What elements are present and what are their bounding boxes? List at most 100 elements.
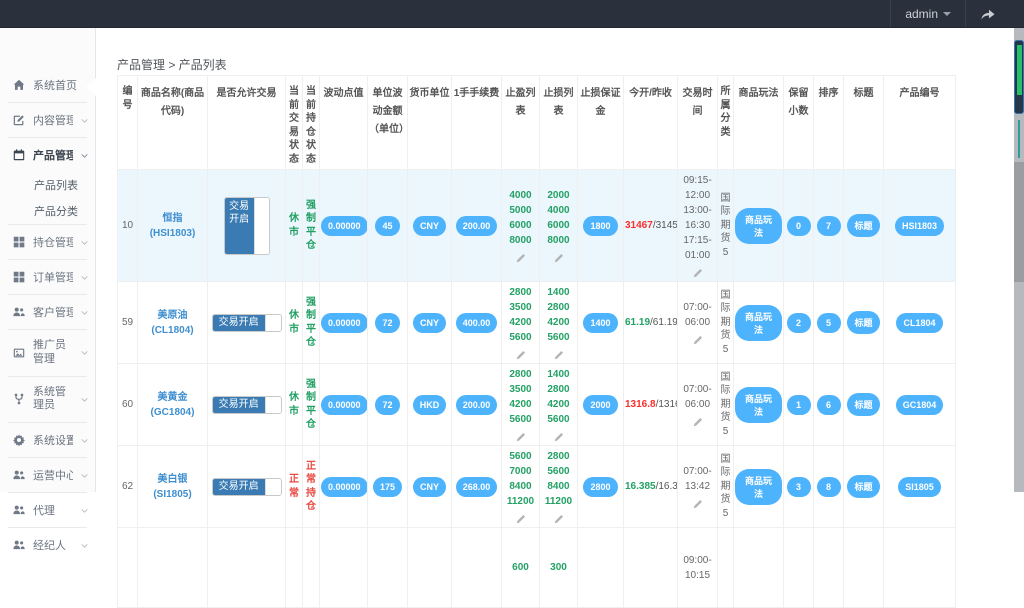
product-link[interactable]: 美原油 (CL1804) <box>139 308 206 338</box>
title-button[interactable]: 标题 <box>847 214 880 237</box>
edit-pencil-icon[interactable] <box>516 253 526 263</box>
toggle-label: 交易开启 <box>224 197 254 254</box>
edit-pencil-icon[interactable] <box>554 350 564 360</box>
margin-pill[interactable]: 1400 <box>583 312 618 333</box>
code-pill[interactable]: GC1804 <box>895 394 944 415</box>
edit-pencil-icon[interactable] <box>693 268 703 278</box>
sidebar-item-content[interactable]: 内容管理 <box>0 103 95 137</box>
sidebar-item-brokers[interactable]: 经纪人 <box>0 528 95 562</box>
edit-pencil-icon[interactable] <box>693 417 703 427</box>
play-button[interactable]: 商品玩法 <box>735 468 782 505</box>
sidebar-item-products[interactable]: 产品管理 <box>0 138 95 172</box>
title-button[interactable]: 标题 <box>847 311 880 334</box>
sidebar-item-positions[interactable]: 持仓管理 <box>0 225 95 259</box>
margin-pill[interactable]: 1800 <box>583 215 618 236</box>
edit-pencil-icon[interactable] <box>693 499 703 509</box>
sidebar-subitem-product-category[interactable]: 产品分类 <box>0 198 95 224</box>
decimals-pill[interactable]: 2 <box>786 312 811 333</box>
decimals-pill[interactable]: 1 <box>786 394 811 415</box>
col-position-status: 当前持仓状态 <box>302 75 320 170</box>
play-button[interactable]: 商品玩法 <box>735 386 782 423</box>
point-pill[interactable]: 0.00000 <box>321 476 367 497</box>
scrollbar-thumb[interactable] <box>1014 40 1024 114</box>
close-price: /16.395 <box>655 481 678 492</box>
sidebar-item-settings[interactable]: 系统设置 <box>0 423 95 457</box>
logout-button[interactable] <box>966 0 1010 27</box>
point-pill[interactable]: 0.00000 <box>321 394 367 415</box>
col-trade-time: 交易时间 <box>677 75 718 170</box>
decimals-pill[interactable]: 3 <box>786 476 811 497</box>
edit-pencil-icon[interactable] <box>516 432 526 442</box>
fee-pill[interactable]: 200.00 <box>455 394 498 415</box>
users-icon <box>12 305 26 319</box>
col-fee: 1手手续费 <box>451 75 502 170</box>
margin-pill[interactable]: 2800 <box>583 476 618 497</box>
cell-position-status: 强制平仓 <box>302 363 320 446</box>
user-menu[interactable]: admin <box>890 0 966 27</box>
sidebar-item-orders[interactable]: 订单管理 <box>0 260 95 294</box>
product-link[interactable]: 恒指 (HSI1803) <box>139 211 206 241</box>
cell-title: 标题 <box>843 363 884 446</box>
cell-stop-loss: 2800 5600 8400 11200 <box>539 445 578 528</box>
margin-pill[interactable]: 2000 <box>583 394 618 415</box>
sidebar-item-operations[interactable]: 运营中心 <box>0 458 95 492</box>
trade-toggle[interactable]: 交易开启 <box>211 313 282 332</box>
fee-pill[interactable]: 200.00 <box>455 215 498 236</box>
cell-take-profit: 4000 5000 6000 8000 <box>501 169 540 282</box>
cell-margin <box>577 527 624 608</box>
product-link[interactable]: 美白银 (SI1805) <box>139 472 206 502</box>
edit-pencil-icon[interactable] <box>693 335 703 345</box>
unit-pill[interactable]: 72 <box>375 394 400 415</box>
cell-margin: 2000 <box>577 363 624 446</box>
unit-pill[interactable]: 45 <box>375 215 400 236</box>
currency-pill[interactable]: CNY <box>412 476 446 497</box>
fee-pill[interactable]: 400.00 <box>455 312 498 333</box>
trade-toggle[interactable]: 交易开启 <box>211 395 282 414</box>
cell-sort: 7 <box>813 169 844 282</box>
sidebar-subitem-product-list[interactable]: 产品列表 <box>0 172 95 198</box>
col-point-value: 波动点值 <box>319 75 368 170</box>
fee-pill[interactable]: 268.00 <box>455 476 498 497</box>
open-price: 16.385 <box>625 481 656 492</box>
edit-pencil-icon[interactable] <box>554 432 564 442</box>
user-menu-label: admin <box>905 6 938 21</box>
open-price: 61.19 <box>625 317 651 328</box>
sidebar-item-promoters[interactable]: 推广员管理 <box>0 330 95 376</box>
trade-toggle[interactable]: 交易开启 <box>211 477 282 496</box>
edit-pencil-icon[interactable] <box>516 514 526 524</box>
sidebar-item-customers[interactable]: 客户管理 <box>0 295 95 329</box>
sidebar-item-agents[interactable]: 代理 <box>0 493 95 527</box>
top-bar: admin <box>0 0 1024 28</box>
code-pill[interactable]: SI1805 <box>898 476 941 497</box>
edit-pencil-icon[interactable] <box>516 350 526 360</box>
play-button[interactable]: 商品玩法 <box>735 207 782 244</box>
code-pill[interactable]: HSI1803 <box>894 215 945 236</box>
unit-pill[interactable]: 175 <box>372 476 403 497</box>
code-pill[interactable]: CL1804 <box>896 312 943 333</box>
product-link[interactable]: 美黄金 (GC1804) <box>139 390 206 420</box>
currency-pill[interactable]: HKD <box>412 394 447 415</box>
currency-pill[interactable]: CNY <box>412 215 446 236</box>
currency-pill[interactable]: CNY <box>412 312 446 333</box>
title-button[interactable]: 标题 <box>847 393 880 416</box>
sort-pill[interactable]: 6 <box>816 394 841 415</box>
decimals-pill[interactable]: 0 <box>786 215 811 236</box>
title-button[interactable]: 标题 <box>847 475 880 498</box>
cell-play <box>733 527 784 608</box>
sidebar-item-admins[interactable]: 系统管理员 <box>0 377 95 423</box>
cell-decimals: 3 <box>783 445 814 528</box>
sort-pill[interactable]: 8 <box>816 476 841 497</box>
edit-pencil-icon[interactable] <box>554 514 564 524</box>
play-button[interactable]: 商品玩法 <box>735 304 782 341</box>
cell-product-code <box>883 527 956 608</box>
sort-pill[interactable]: 5 <box>816 312 841 333</box>
scrollbar[interactable] <box>1014 28 1024 492</box>
edit-pencil-icon[interactable] <box>554 253 564 263</box>
sidebar-item-home[interactable]: 系统首页 <box>0 68 95 102</box>
point-pill[interactable]: 0.00000 <box>321 312 367 333</box>
unit-pill[interactable]: 72 <box>375 312 400 333</box>
trade-toggle[interactable]: 交易开启 <box>223 196 270 255</box>
scrollbar-track-segment <box>1014 162 1024 282</box>
point-pill[interactable]: 0.00000 <box>321 215 367 236</box>
sort-pill[interactable]: 7 <box>816 215 841 236</box>
